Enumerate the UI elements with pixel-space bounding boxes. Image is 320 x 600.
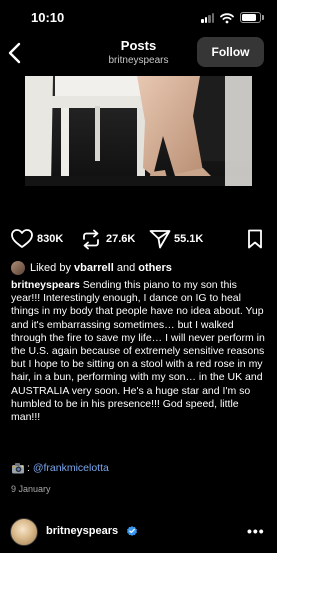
liked-by-text: Liked by vbarrell and others	[30, 262, 172, 274]
post-actions: 830K 27.6K 55.1K	[0, 226, 277, 252]
next-post-username[interactable]: britneyspears	[46, 525, 118, 537]
like-count: 830K	[37, 233, 64, 245]
credit-handle-link[interactable]: @frankmicelotta	[33, 462, 109, 474]
bookmark-icon[interactable]	[247, 229, 263, 249]
heart-icon[interactable]	[11, 229, 33, 249]
post-caption: britneyspears Sending this piano to my s…	[11, 279, 268, 424]
post-date: 9 January	[11, 484, 51, 494]
liker-avatar	[11, 261, 25, 275]
battery-cap	[262, 15, 264, 20]
photo-credit: : @frankmicelotta	[11, 462, 109, 474]
verified-icon	[127, 526, 137, 536]
camera-icon	[12, 463, 24, 474]
share-icon[interactable]	[149, 229, 171, 249]
posts-header: Posts britneyspears Follow	[0, 34, 277, 74]
liked-by-user[interactable]: vbarrell	[74, 262, 114, 274]
caption-text: Sending this piano to my son this year!!…	[11, 279, 265, 424]
more-icon[interactable]: •••	[247, 523, 265, 539]
liked-by-prefix: Liked by	[30, 262, 75, 274]
next-post-avatar[interactable]	[10, 518, 38, 546]
battery-icon	[240, 12, 261, 23]
repost-icon[interactable]	[80, 229, 102, 250]
liked-by-middle: and	[113, 262, 139, 274]
next-post-header: britneyspears •••	[0, 515, 277, 549]
caption-username[interactable]: britneyspears	[11, 279, 80, 291]
post-photo	[25, 76, 252, 186]
share-count: 55.1K	[174, 233, 204, 245]
wifi-icon	[220, 13, 234, 24]
repost-count: 27.6K	[106, 233, 136, 245]
signal-icon	[201, 13, 215, 23]
liked-by-others[interactable]: others	[138, 262, 172, 274]
follow-button[interactable]: Follow	[197, 37, 264, 67]
post-image[interactable]	[25, 76, 252, 186]
status-bar: 10:10	[0, 0, 277, 34]
status-time: 10:10	[31, 10, 65, 25]
